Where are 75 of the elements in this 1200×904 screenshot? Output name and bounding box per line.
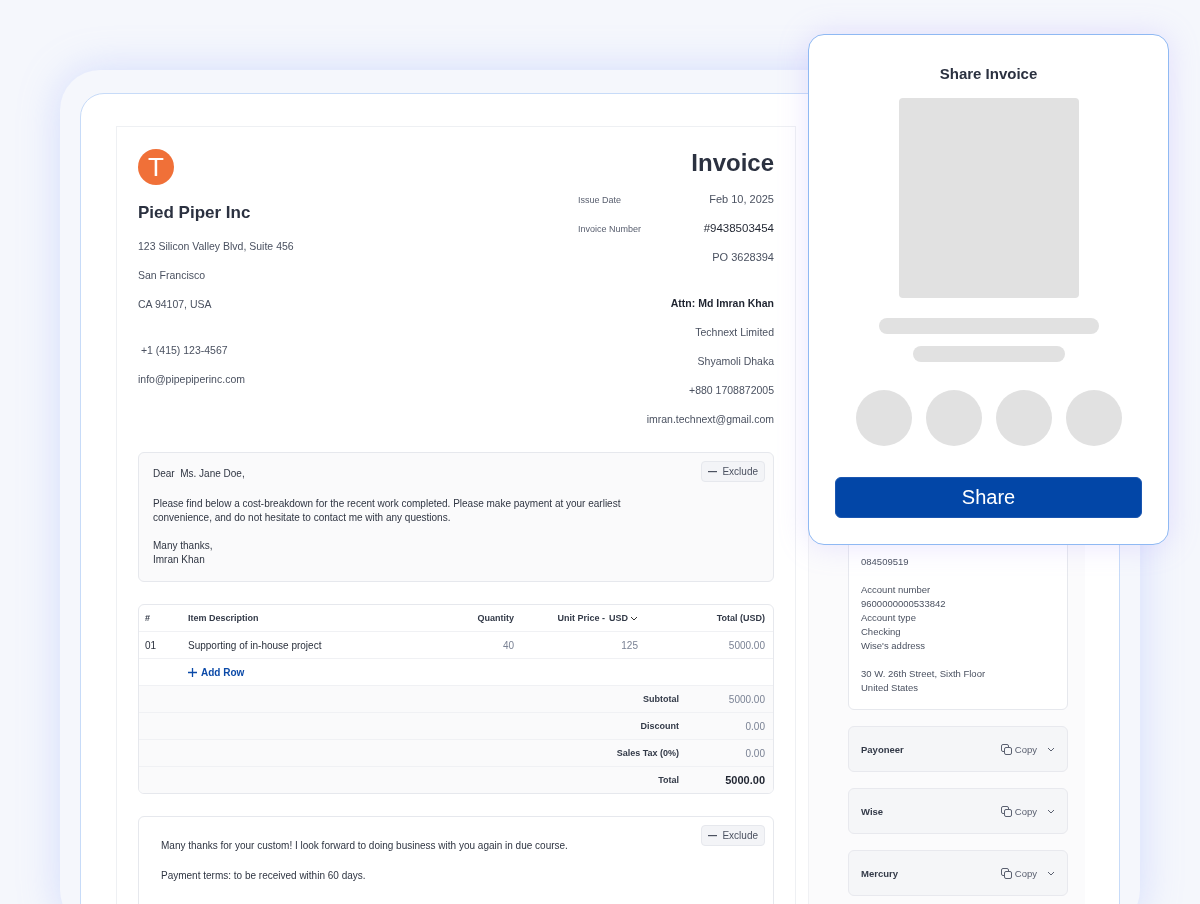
minus-icon (708, 470, 718, 473)
notes-text: Payment terms: to be received within 60 days. (161, 869, 367, 883)
exclude-button[interactable]: Exclude (701, 461, 765, 482)
meta-label: Issue Date (578, 195, 622, 205)
dialog-title: Share Invoice (939, 65, 1038, 82)
letter-body: Please find below a cost-breakdown for the recent work completed. Please make payment at your earliest convenience, and do not hesitate to contact me with any questions. (153, 497, 622, 525)
recipient-line: +880 1708872005 (688, 384, 774, 398)
total-value: 5000.00 (724, 774, 765, 786)
chevron-down-icon[interactable] (1047, 870, 1055, 876)
chevron-down-icon[interactable] (1047, 746, 1055, 752)
minus-icon (708, 834, 718, 837)
payment-method-row[interactable]: Payoneer Copy (848, 726, 1068, 772)
total-label: Total (658, 775, 679, 785)
total-label: Sales Tax (0%) (616, 748, 679, 758)
bank-detail: Account type (861, 611, 917, 625)
column-header: Total (USD) (715, 613, 765, 623)
notes-text: Many thanks for your custom! I look forward to doing business with you again in due course. (161, 839, 569, 853)
copy-button[interactable]: Copy (1000, 743, 1037, 755)
payment-method-name: Wise (861, 805, 885, 817)
table-cell-text: 40 (501, 639, 514, 651)
bank-detail: Checking (861, 625, 902, 639)
exclude-button[interactable]: Exclude (701, 825, 765, 846)
table-cell-text: 5000.00 (727, 639, 765, 651)
bank-detail: 9600000000533842 (861, 597, 947, 611)
company-contact: +1 (415) 123-4567 (139, 343, 228, 358)
payment-method-row[interactable]: Wise Copy (848, 788, 1068, 834)
bank-detail: 084509519 (861, 555, 910, 569)
copy-button[interactable]: Copy (1000, 867, 1037, 879)
total-value: 0.00 (744, 747, 765, 759)
recipient-attn: Attn: Md Imran Khan (669, 297, 774, 311)
payment-method-name: Mercury (861, 867, 899, 879)
invoice-title: Invoice (690, 149, 774, 177)
company-name: Pied Piper Inc (138, 203, 252, 223)
copy-icon (1000, 805, 1012, 817)
table-cell-text: 01 (145, 639, 158, 651)
add-row-button[interactable]: Add Row (188, 666, 245, 678)
company-contact: info@pipepiperinc.com (138, 372, 245, 387)
total-value: 5000.00 (727, 693, 765, 705)
table-cell-text: Supporting of in-house project (188, 639, 323, 651)
company-address: San Francisco (138, 268, 207, 283)
copy-icon (1000, 743, 1012, 755)
bank-detail: 30 W. 26th Street, Sixth Floor (861, 667, 987, 681)
letter-closing: Many thanks, (153, 539, 214, 553)
share-button[interactable]: Share (835, 477, 1142, 518)
payment-method-name: Payoneer (861, 743, 905, 755)
bank-detail: United States (861, 681, 920, 695)
bank-detail: Account number (861, 583, 932, 597)
copy-icon (1000, 867, 1012, 879)
letter-greeting: Dear Ms. Jane Doe, (153, 467, 245, 481)
company-address: CA 94107, USA (138, 297, 213, 312)
letter-closing: Imran Khan (153, 553, 206, 567)
recipient-line: imran.technext@gmail.com (645, 413, 774, 427)
copy-button[interactable]: Copy (1000, 805, 1037, 817)
chevron-down-icon (630, 615, 638, 621)
total-label: Subtotal (643, 694, 679, 704)
plus-icon (188, 667, 197, 677)
meta-value: #9438503454 (703, 222, 774, 234)
bank-detail: Wise's address (861, 639, 927, 653)
currency-dropdown[interactable]: USD (609, 613, 638, 623)
column-header: Quantity (476, 613, 514, 623)
recipient-line: Shyamoli Dhaka (696, 355, 774, 369)
total-value: 0.00 (744, 720, 765, 732)
recipient-line: Technext Limited (694, 326, 774, 340)
column-header: Item Description (188, 613, 260, 623)
meta-value: Feb 10, 2025 (709, 193, 774, 205)
payment-method-row[interactable]: Mercury Copy (848, 850, 1068, 896)
meta-value: PO 3628394 (712, 251, 774, 263)
company-logo: T (138, 149, 174, 185)
column-header: Unit Price - (557, 613, 605, 623)
chevron-down-icon[interactable] (1047, 808, 1055, 814)
company-address: 123 Silicon Valley Blvd, Suite 456 (138, 239, 294, 254)
table-cell-text: 125 (620, 639, 638, 651)
total-label: Discount (640, 721, 679, 731)
column-header: # (145, 613, 151, 623)
meta-label: Invoice Number (578, 224, 642, 234)
